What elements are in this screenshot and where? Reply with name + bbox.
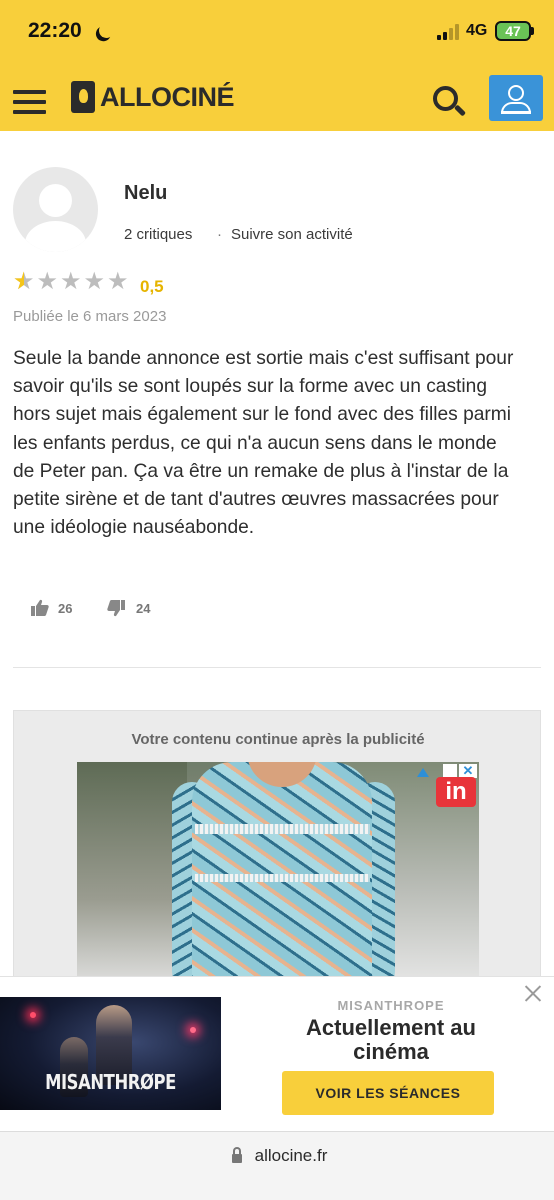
publication-date: Publiée le 6 mars 2023 (13, 308, 167, 325)
network-label: 4G (466, 22, 488, 39)
review-text: Seule la bande annonce est sortie mais c… (13, 348, 514, 539)
star-rating: ★ ★ ★ ★ ★ ★ (13, 270, 131, 294)
poster-title: MISANTHRØPE (45, 1070, 176, 1094)
voir-les-seances-button[interactable]: VOIR LES SÉANCES (282, 1071, 494, 1115)
ad-brand-logo: in (436, 777, 476, 807)
page: 22:20 4G 47 ALLOCINÉ Nelu 2 critiques · … (0, 0, 554, 1200)
close-icon[interactable] (524, 985, 542, 1002)
ad-notice: Votre contenu continue après la publicit… (131, 731, 425, 748)
like-count: 26 (58, 601, 73, 616)
account-button[interactable] (489, 75, 543, 121)
thumbs-up-icon[interactable] (30, 598, 50, 618)
user-icon (508, 85, 524, 101)
ad-info-icon[interactable] (417, 768, 429, 777)
battery-tip (531, 27, 534, 35)
ad-brand-badge[interactable]: ✕ in (417, 762, 479, 807)
logo-text: ALLOCINÉ (100, 81, 235, 112)
hamburger-menu-icon[interactable] (13, 90, 46, 114)
star-icon: ★ (60, 268, 82, 295)
banner-headline: Actuellement au cinéma (306, 1015, 476, 1064)
ad-container: Votre contenu continue après la publicit… (13, 710, 541, 991)
reviewer-name[interactable]: Nelu (124, 182, 167, 205)
signal-icon (437, 24, 463, 40)
status-time: 22:20 (28, 19, 82, 42)
separator-dot: · (217, 226, 222, 243)
search-icon[interactable] (433, 86, 467, 120)
film-poster-image[interactable]: MISANTHRØPE (0, 997, 221, 1110)
avatar[interactable] (13, 167, 98, 252)
star-icon: ★ (36, 268, 59, 295)
moon-icon (97, 21, 116, 40)
critiques-count-link[interactable]: 2 critiques (124, 226, 192, 243)
star-icon: ★ (107, 268, 129, 295)
rating-value: 0,5 (140, 277, 164, 296)
status-bar: 22:20 4G 47 (0, 0, 554, 62)
dislike-count: 24 (136, 601, 151, 616)
thumbs-down-icon[interactable] (106, 598, 126, 618)
battery-icon: 47 (495, 21, 531, 41)
allocine-logo[interactable]: ALLOCINÉ (71, 80, 235, 114)
star-icon: ★ ★ (13, 268, 35, 295)
ad-close-icon[interactable]: ✕ (459, 764, 477, 778)
ad-image[interactable]: ✕ in (77, 762, 479, 991)
url-text[interactable]: allocine.fr (0, 1146, 554, 1166)
follow-activity-link[interactable]: Suivre son activité (231, 226, 353, 243)
star-icon: ★ (83, 268, 106, 295)
site-header: 22:20 4G 47 ALLOCINÉ (0, 0, 554, 131)
banner-film-name: MISANTHROPE (337, 998, 445, 1013)
allocine-logo-icon (71, 81, 95, 113)
divider (13, 667, 541, 668)
browser-address-bar[interactable]: allocine.fr (0, 1131, 554, 1200)
